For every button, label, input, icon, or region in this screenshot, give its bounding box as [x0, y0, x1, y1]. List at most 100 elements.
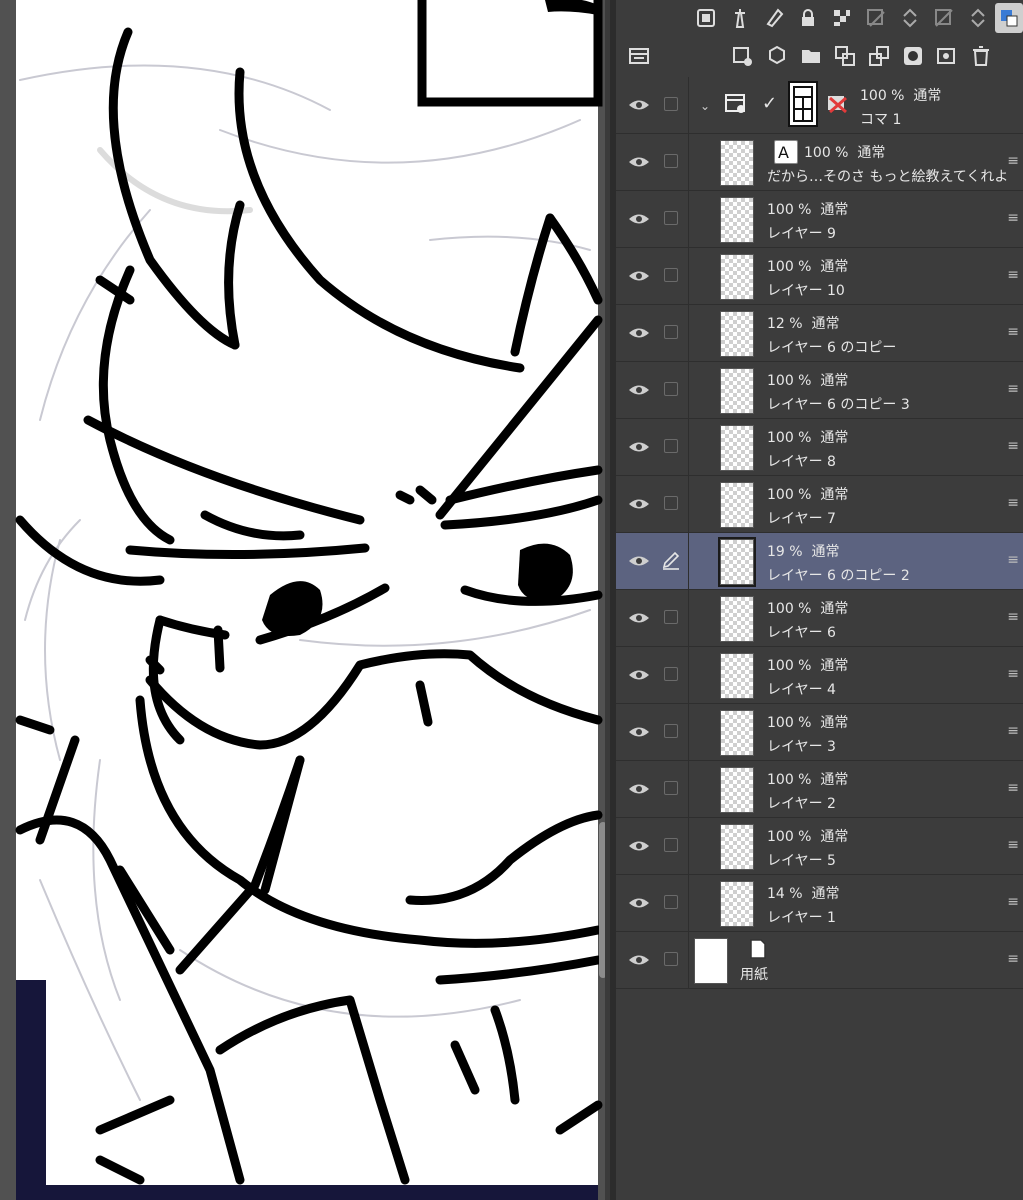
layer-checkbox[interactable]	[664, 952, 678, 966]
eye-icon[interactable]	[628, 95, 650, 115]
new-raster-layer-icon[interactable]	[726, 41, 760, 71]
eye-icon[interactable]	[628, 152, 650, 172]
eye-icon[interactable]	[628, 494, 650, 514]
lighthouse-icon[interactable]	[723, 3, 757, 33]
eye-icon[interactable]	[628, 893, 650, 913]
checkmark-icon: ✓	[762, 93, 778, 114]
drag-handle-icon[interactable]: ≡	[1007, 667, 1019, 681]
eye-icon[interactable]	[628, 266, 650, 286]
layer-checkbox[interactable]	[664, 610, 678, 624]
color-icon[interactable]	[995, 3, 1023, 33]
eye-icon[interactable]	[628, 437, 650, 457]
eye-icon[interactable]	[628, 551, 650, 571]
layer-checkbox[interactable]	[664, 895, 678, 909]
transfer-down-icon[interactable]	[828, 41, 862, 71]
layer-checkbox[interactable]	[664, 838, 678, 852]
layer-row[interactable]: 14 % 通常 レイヤー 1 ≡	[616, 875, 1023, 932]
lock-transparency-icon[interactable]	[825, 3, 859, 33]
layer-row[interactable]: 100 % 通常 レイヤー 2 ≡	[616, 761, 1023, 818]
clipping-icon[interactable]	[859, 3, 893, 33]
layer-checkbox[interactable]	[664, 211, 678, 225]
new-folder-icon[interactable]	[794, 41, 828, 71]
layer-checkbox[interactable]	[664, 268, 678, 282]
eye-icon[interactable]	[628, 323, 650, 343]
layer-checkbox[interactable]	[664, 154, 678, 168]
layer-thumbnail	[720, 425, 754, 471]
layer-text[interactable]: A 100 % 通常 だから…そのさ もっと絵教えてくれよ ≡	[616, 134, 1023, 191]
layer-name: レイヤー 5	[767, 853, 836, 869]
row-divider	[688, 818, 689, 875]
drag-handle-icon[interactable]: ≡	[1007, 781, 1019, 795]
layer-checkbox[interactable]	[664, 382, 678, 396]
drag-handle-icon[interactable]: ≡	[1007, 553, 1019, 567]
layer-row[interactable]: 12 % 通常 レイヤー 6 のコピー ≡	[616, 305, 1023, 362]
lock-icon[interactable]	[791, 3, 825, 33]
chevron-down-icon[interactable]: ⌄	[700, 99, 710, 113]
trash-icon[interactable]	[964, 41, 998, 71]
layer-thumbnail	[720, 197, 754, 243]
layer-row[interactable]: 100 % 通常 レイヤー 4 ≡	[616, 647, 1023, 704]
layer-checkbox[interactable]	[664, 667, 678, 681]
drag-handle-icon[interactable]: ≡	[1007, 838, 1019, 852]
layer-row[interactable]: 100 % 通常 レイヤー 7 ≡	[616, 476, 1023, 533]
drag-handle-icon[interactable]: ≡	[1007, 895, 1019, 909]
layer-checkbox[interactable]	[664, 781, 678, 795]
eye-icon[interactable]	[628, 779, 650, 799]
row-divider	[688, 533, 689, 590]
eye-icon[interactable]	[628, 209, 650, 229]
drawing-canvas[interactable]	[0, 0, 605, 1200]
drag-handle-icon[interactable]: ≡	[1007, 268, 1019, 282]
layer-row[interactable]: 100 % 通常 レイヤー 3 ≡	[616, 704, 1023, 761]
new-vector-layer-icon[interactable]	[760, 41, 794, 71]
drag-handle-icon[interactable]: ≡	[1007, 724, 1019, 738]
eye-icon[interactable]	[628, 380, 650, 400]
stepper-icon-2[interactable]	[961, 3, 995, 33]
merge-down-icon[interactable]	[862, 41, 896, 71]
drag-handle-icon[interactable]: ≡	[1007, 952, 1019, 966]
eye-icon[interactable]	[628, 836, 650, 856]
drag-handle-icon[interactable]: ≡	[1007, 610, 1019, 624]
layer-row[interactable]: 100 % 通常 レイヤー 6 のコピー 3 ≡	[616, 362, 1023, 419]
layer-row[interactable]: 100 % 通常 レイヤー 10 ≡	[616, 248, 1023, 305]
apply-mask-icon[interactable]	[930, 41, 964, 71]
eye-icon[interactable]	[628, 950, 650, 970]
layer-row[interactable]: 100 % 通常 レイヤー 6 ≡	[616, 590, 1023, 647]
drag-handle-icon[interactable]: ≡	[1007, 325, 1019, 339]
mask-disabled-icon[interactable]	[826, 93, 850, 115]
row-divider	[688, 704, 689, 761]
layer-row[interactable]: 100 % 通常 レイヤー 8 ≡	[616, 419, 1023, 476]
drag-handle-icon[interactable]: ≡	[1007, 154, 1019, 168]
layer-opacity-blend: 100 % 通常	[767, 259, 849, 275]
row-divider	[688, 305, 689, 362]
drag-handle-icon[interactable]: ≡	[1007, 439, 1019, 453]
layer-properties-icon[interactable]	[622, 41, 656, 71]
layer-thumbnail	[718, 537, 756, 587]
canvas-scrollbar[interactable]	[599, 822, 605, 978]
eye-icon[interactable]	[628, 722, 650, 742]
layer-row[interactable]: 19 % 通常 レイヤー 6 のコピー 2 ≡	[616, 533, 1023, 590]
drag-handle-icon[interactable]: ≡	[1007, 211, 1019, 225]
layer-paper[interactable]: 用紙 ≡	[616, 932, 1023, 989]
eye-icon[interactable]	[628, 665, 650, 685]
layer-opacity-blend: 14 % 通常	[767, 886, 840, 902]
layer-name: レイヤー 6 のコピー	[767, 340, 897, 356]
eye-icon[interactable]	[628, 608, 650, 628]
layer-checkbox[interactable]	[664, 496, 678, 510]
layer-checkbox[interactable]	[664, 97, 678, 111]
drag-handle-icon[interactable]: ≡	[1007, 382, 1019, 396]
layer-row[interactable]: 100 % 通常 レイヤー 5 ≡	[616, 818, 1023, 875]
reference-layer-icon[interactable]	[689, 3, 723, 33]
row-divider	[688, 761, 689, 818]
layer-row[interactable]: 100 % 通常 レイヤー 9 ≡	[616, 191, 1023, 248]
layer-checkbox[interactable]	[664, 439, 678, 453]
layer-checkbox[interactable]	[664, 724, 678, 738]
layer-mask-icon[interactable]	[896, 41, 930, 71]
mask-settings-icon[interactable]	[927, 3, 961, 33]
draft-layer-icon[interactable]	[757, 3, 791, 33]
drag-handle-icon[interactable]: ≡	[1007, 496, 1019, 510]
layer-toolbar-top	[616, 0, 1023, 36]
stepper-icon[interactable]	[893, 3, 927, 33]
layer-name: レイヤー 6	[767, 625, 836, 641]
layer-checkbox[interactable]	[664, 325, 678, 339]
layer-folder-koma1[interactable]: ⌄ ✓ 100 % 通常 コマ 1	[616, 77, 1023, 134]
